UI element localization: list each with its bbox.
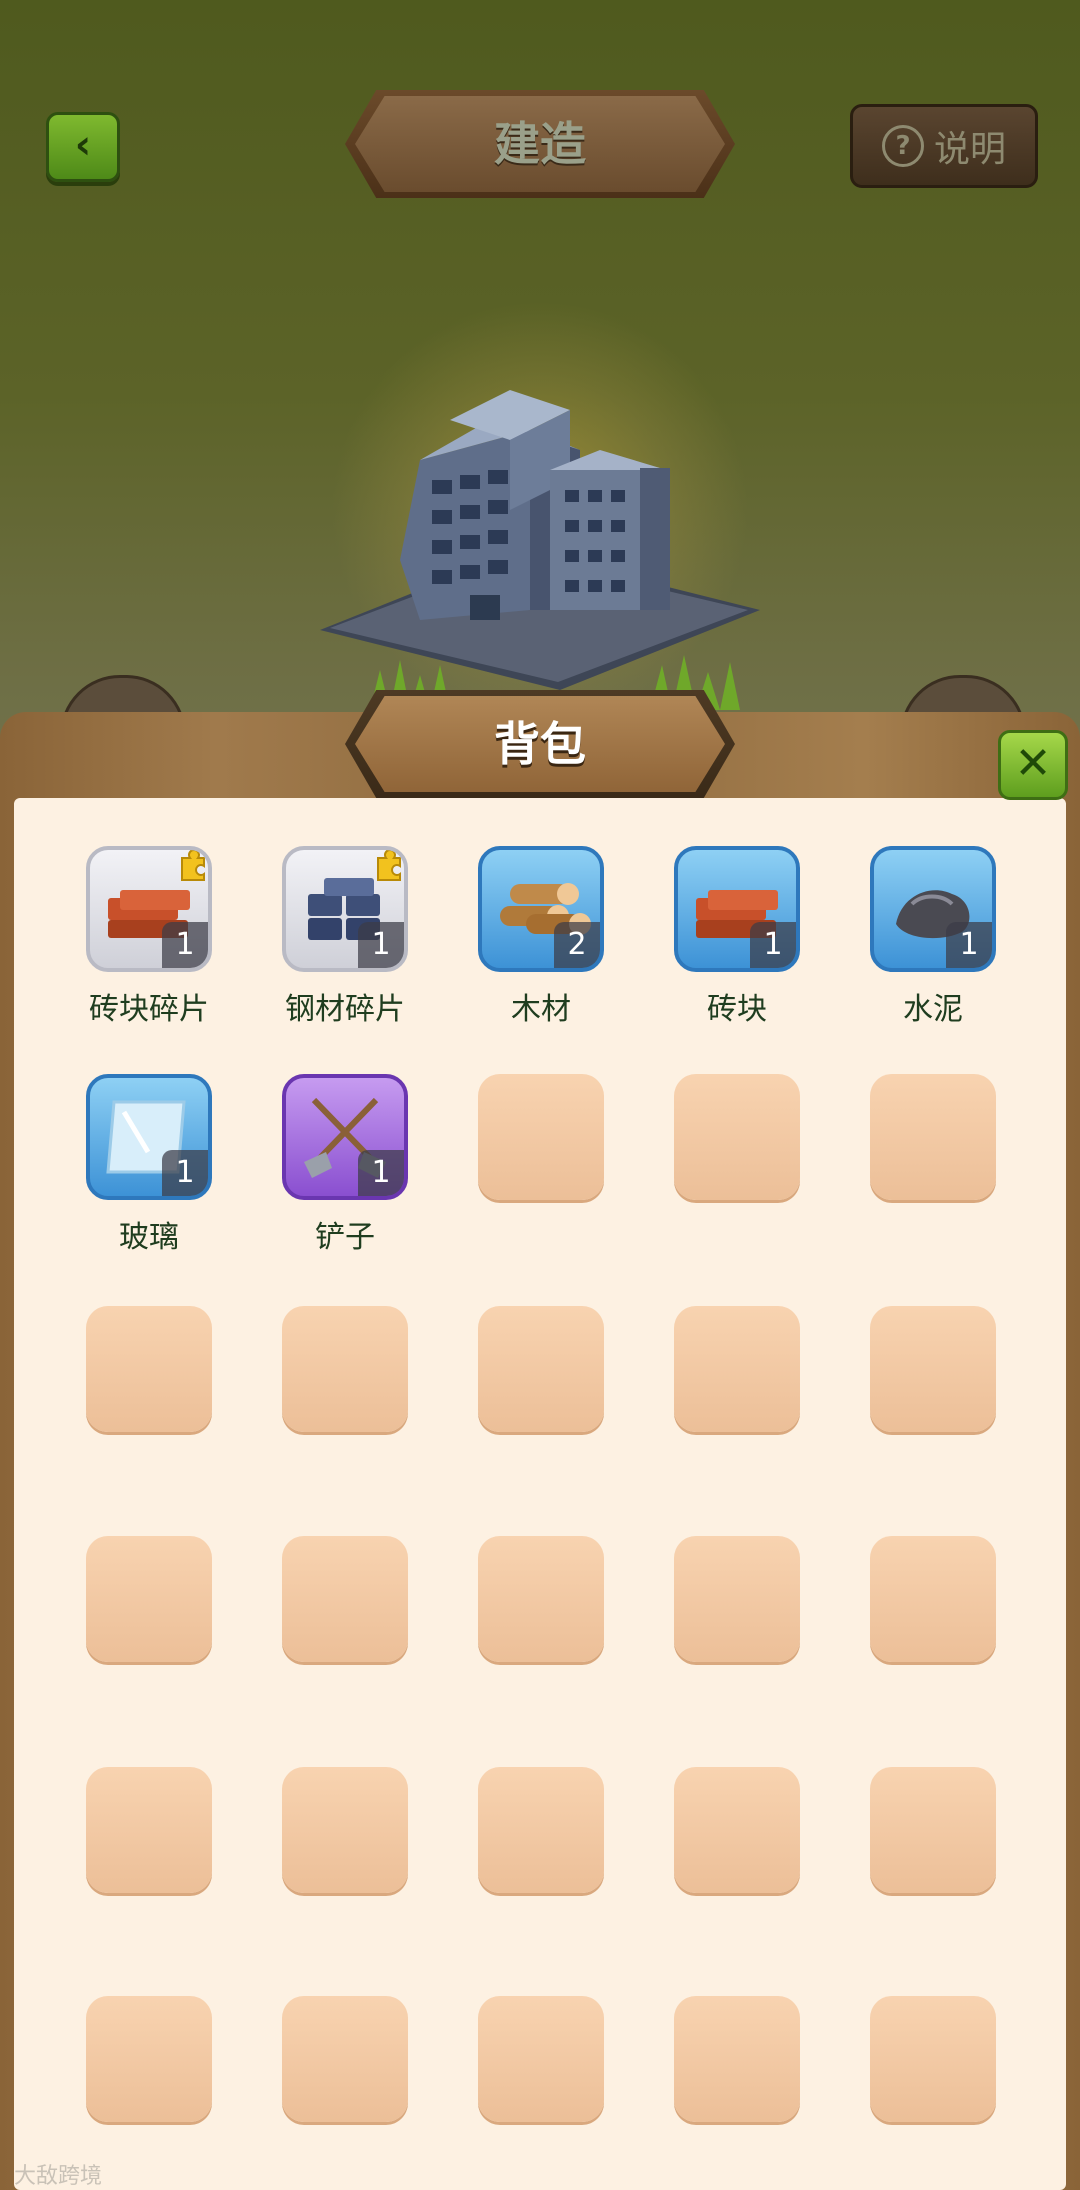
item-count: 1 <box>750 922 796 968</box>
empty-slot <box>870 1767 996 1893</box>
empty-slot <box>86 1996 212 2122</box>
empty-slot <box>282 1536 408 1662</box>
backpack-title: 背包 <box>494 717 586 771</box>
item-count: 1 <box>162 922 208 968</box>
item-label: 砖块 <box>707 992 767 1027</box>
empty-slot <box>478 1767 604 1893</box>
item-label: 铲子 <box>315 1220 375 1255</box>
empty-slot <box>870 1996 996 2122</box>
question-icon: ? <box>881 125 924 167</box>
empty-slot <box>870 1074 996 1200</box>
empty-slot <box>478 1306 604 1432</box>
inventory-item[interactable]: 1 <box>86 846 212 972</box>
close-icon: ✕ <box>1014 738 1052 789</box>
empty-slot <box>674 1536 800 1662</box>
item-label: 砖块碎片 <box>89 992 209 1027</box>
empty-slot <box>674 1074 800 1200</box>
empty-slot <box>86 1536 212 1662</box>
empty-slot <box>478 1536 604 1662</box>
empty-slot <box>282 1306 408 1432</box>
item-label: 木材 <box>511 992 571 1027</box>
building-illustration <box>320 390 760 690</box>
page-title: 建造 <box>494 117 586 171</box>
inventory-item[interactable]: 1 <box>86 1074 212 1200</box>
inventory-item[interactable]: 1 <box>282 846 408 972</box>
inventory-item[interactable]: 1 <box>674 846 800 972</box>
close-button[interactable]: ✕ <box>998 730 1068 800</box>
item-label: 水泥 <box>903 992 963 1027</box>
empty-slot <box>674 1767 800 1893</box>
empty-slot <box>674 1996 800 2122</box>
item-count: 2 <box>554 922 600 968</box>
help-label: 说明 <box>933 129 1006 170</box>
empty-slot <box>86 1767 212 1893</box>
back-button[interactable]: ‹ <box>46 112 120 182</box>
empty-slot <box>478 1996 604 2122</box>
empty-slot <box>86 1306 212 1432</box>
empty-slot <box>282 1767 408 1893</box>
inventory-item[interactable]: 1 <box>870 846 996 972</box>
empty-slot <box>478 1074 604 1200</box>
inventory-item[interactable]: 1 <box>282 1074 408 1200</box>
empty-slot <box>674 1306 800 1432</box>
item-label: 钢材碎片 <box>285 992 405 1027</box>
empty-slot <box>282 1996 408 2122</box>
item-label: 玻璃 <box>119 1220 179 1255</box>
puzzle-piece-icon <box>372 850 404 882</box>
item-count: 1 <box>358 922 404 968</box>
top-bar: ‹ 建造 ? 说明 <box>0 0 1080 300</box>
empty-slot <box>870 1306 996 1432</box>
item-count: 1 <box>358 1150 404 1196</box>
item-count: 1 <box>162 1150 208 1196</box>
inventory-item[interactable]: 2 <box>478 846 604 972</box>
empty-slot <box>870 1536 996 1662</box>
puzzle-piece-icon <box>176 850 208 882</box>
help-button[interactable]: ? 说明 <box>850 104 1038 188</box>
watermark: 大敌跨境 <box>14 2164 103 2189</box>
chevron-left-icon: ‹ <box>74 122 92 168</box>
item-count: 1 <box>946 922 992 968</box>
